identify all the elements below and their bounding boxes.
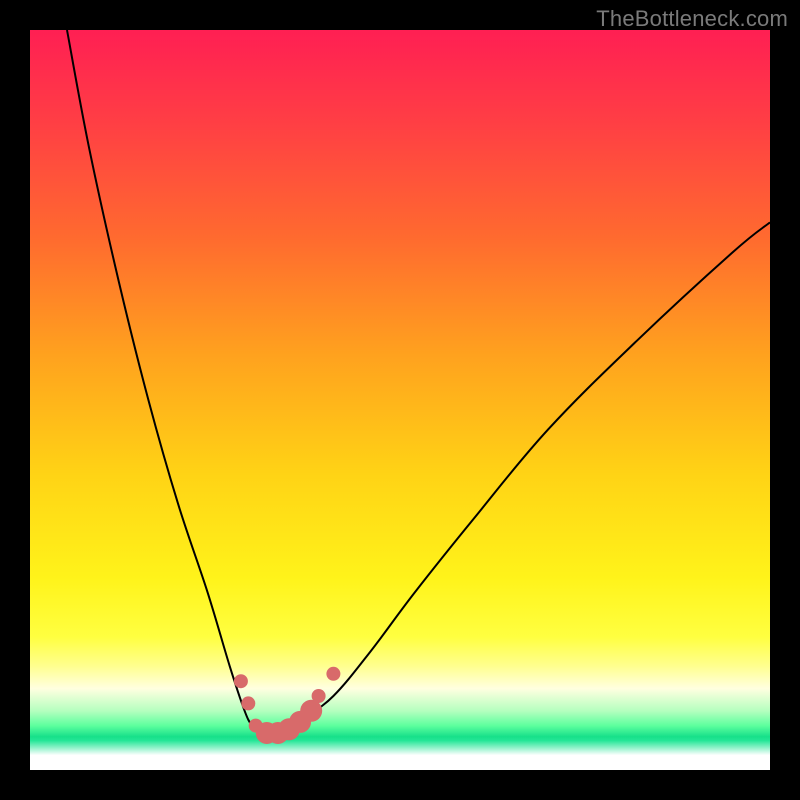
curve-marker: [300, 700, 322, 722]
curve-marker: [241, 696, 255, 710]
curve-marker: [312, 689, 326, 703]
chart-frame: TheBottleneck.com: [0, 0, 800, 800]
right-curve: [267, 222, 770, 734]
watermark-text: TheBottleneck.com: [596, 6, 788, 32]
curve-layer: [30, 30, 770, 770]
plot-area: [30, 30, 770, 770]
curve-marker: [234, 674, 248, 688]
marker-group: [234, 667, 341, 744]
left-curve: [67, 30, 267, 734]
curve-marker: [326, 667, 340, 681]
